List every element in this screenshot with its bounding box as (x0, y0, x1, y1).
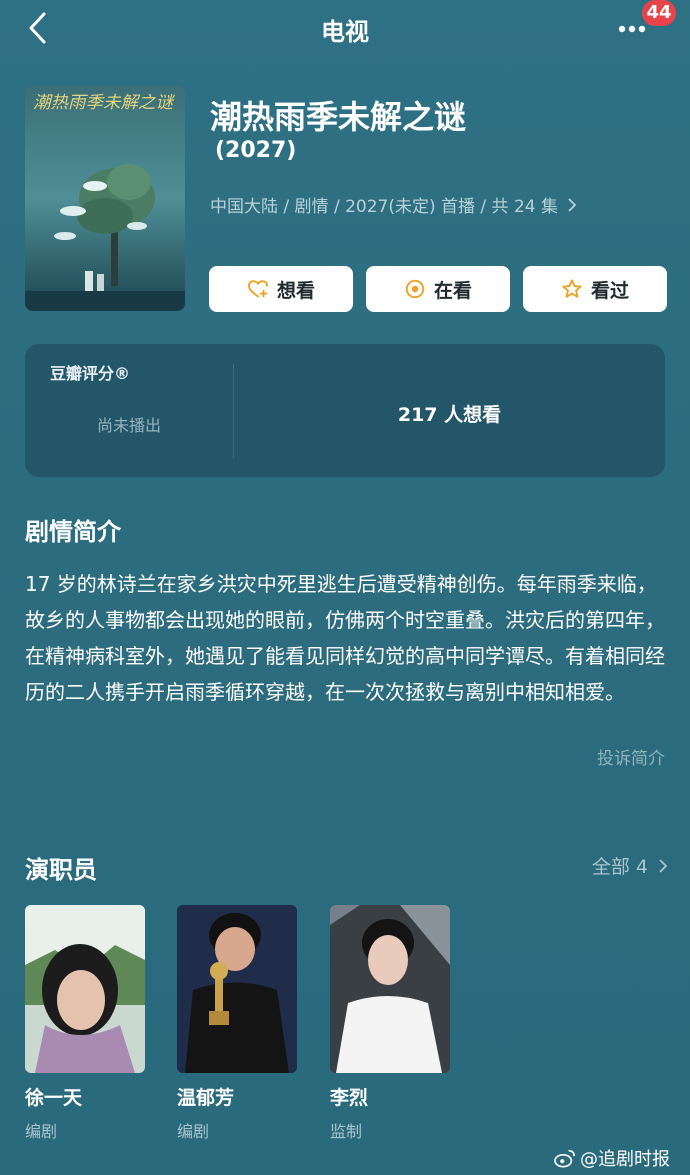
top-bar: 电视 44 (0, 0, 690, 56)
report-synopsis-link[interactable]: 投诉简介 (597, 744, 665, 769)
weibo-icon (554, 1149, 575, 1168)
cast-card[interactable]: 徐一天 编剧 (25, 905, 145, 1142)
cast-photo-image (177, 905, 297, 1073)
avatar (25, 905, 145, 1073)
cast-title: 演职员 (25, 856, 97, 884)
cast-all-label: 全部 4 (591, 856, 648, 878)
cast-name: 温郁芳 (177, 1087, 235, 1109)
show-title: 潮热雨季未解之谜 (210, 98, 467, 136)
watching-button[interactable]: 在看 (366, 266, 510, 312)
poster-image: 潮热雨季未解之谜 (25, 86, 185, 311)
rating-panel: 豆瓣评分® 尚未播出 217 人想看 (25, 344, 665, 477)
notification-badge: 44 (642, 0, 676, 26)
synopsis-title: 剧情简介 (25, 518, 121, 546)
nav-title: 电视 (321, 18, 369, 46)
cast-all-link[interactable]: 全部 4 (592, 852, 668, 879)
watched-button[interactable]: 看过 (523, 266, 667, 312)
rating-status: 尚未播出 (96, 416, 161, 435)
show-year: (2027) (215, 138, 297, 163)
cast-name: 徐一天 (25, 1087, 83, 1109)
watched-label: 看过 (590, 279, 629, 302)
cast-card[interactable]: 李烈 监制 (330, 905, 450, 1142)
want-button[interactable]: 想看 (209, 266, 353, 312)
cast-role: 编剧 (25, 1122, 58, 1141)
cast-card[interactable]: 温郁芳 编剧 (177, 905, 297, 1142)
cast-photo-image (25, 905, 145, 1073)
cast-photo-image (330, 905, 450, 1073)
avatar (330, 905, 450, 1073)
show-poster[interactable]: 潮热雨季未解之谜 (25, 86, 185, 311)
show-meta[interactable]: 中国大陆 / 剧情 / 2027(未定) 首播 / 共 24 集 (210, 192, 577, 217)
poster-title-art: 潮热雨季未解之谜 (33, 93, 175, 113)
target-icon (405, 279, 425, 299)
page: 电视 44 潮热雨季未解之谜 潮热雨季未解之谜 (2027) 中国大陆 / 剧情… (0, 0, 690, 1175)
synopsis-text: 17 岁的林诗兰在家乡洪灾中死里逃生后遭受精神创伤。每年雨季来临，故乡的人事物都… (25, 572, 665, 704)
cast-role: 监制 (330, 1122, 363, 1141)
chevron-right-icon (568, 198, 577, 212)
watermark-text: @追剧时报 (580, 1149, 670, 1170)
watermark: @追剧时报 (554, 1145, 670, 1171)
heart-plus-icon (247, 280, 269, 298)
chevron-right-icon (659, 859, 668, 873)
star-icon (562, 279, 582, 298)
watching-label: 在看 (433, 279, 472, 302)
want-count[interactable]: 217 人想看 (234, 400, 665, 427)
cast-name: 李烈 (330, 1087, 369, 1109)
show-meta-text: 中国大陆 / 剧情 / 2027(未定) 首播 / 共 24 集 (210, 197, 558, 217)
rating-label: 豆瓣评分® (50, 364, 131, 383)
want-label: 想看 (276, 279, 315, 302)
cast-role: 编剧 (177, 1122, 210, 1141)
avatar (177, 905, 297, 1073)
